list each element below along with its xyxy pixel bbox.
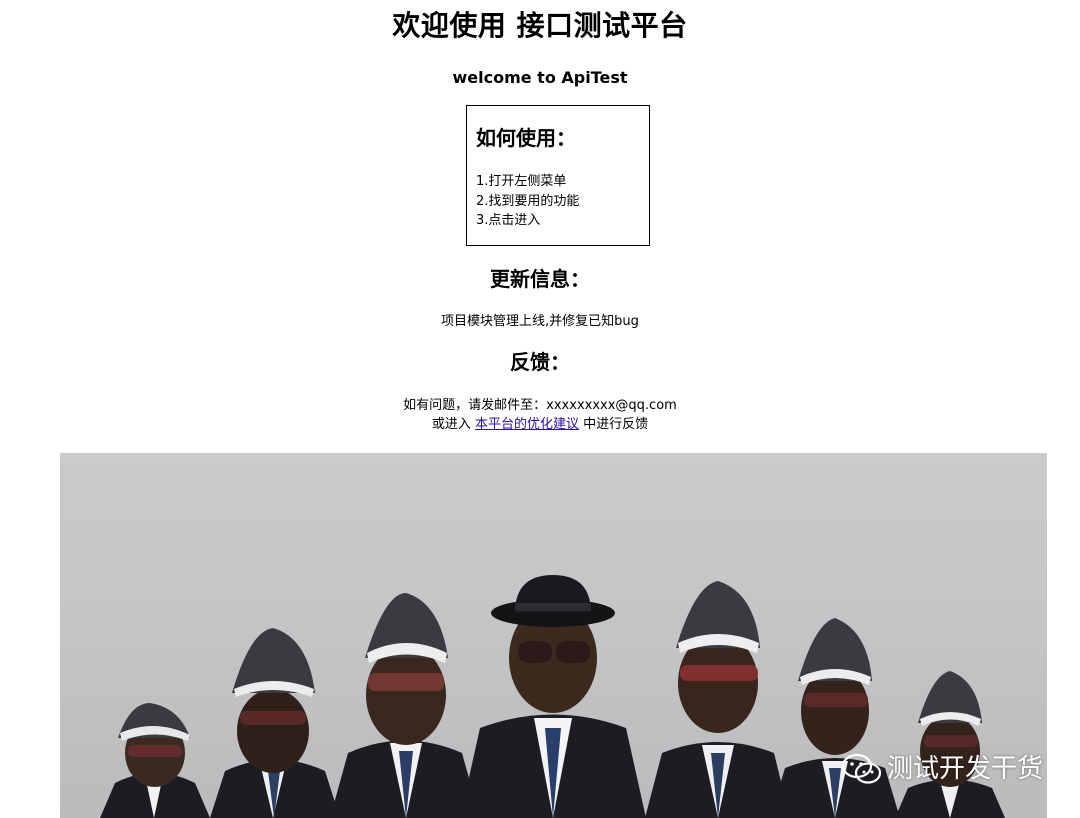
- howto-step: 2.找到要用的功能: [476, 193, 580, 209]
- howto-step: 1.打开左侧菜单: [476, 174, 567, 189]
- figure-2: [210, 628, 340, 818]
- page: 欢迎使用 接口测试平台 welcome to ApiTest 如何使用： 1.打…: [0, 0, 1080, 818]
- howto-step: 3.点击进入: [476, 213, 541, 228]
- figure-3: [330, 593, 480, 818]
- feedback-title: 反馈：: [510, 350, 570, 374]
- howto-steps: 1.打开左侧菜单 2.找到要用的功能 3.点击进入: [476, 172, 579, 231]
- feedback-suffix: 中进行反馈: [579, 417, 649, 432]
- figure-6: [770, 618, 900, 818]
- watermark: 测试开发干货: [841, 752, 1043, 786]
- figure-1: [100, 703, 210, 818]
- feedback-link-line: 或进入 本平台的优化建议 中进行反馈: [0, 415, 1080, 434]
- banner-image: 测试开发干货: [60, 453, 1047, 818]
- update-title: 更新信息：: [490, 267, 590, 291]
- page-subtitle: welcome to ApiTest: [452, 68, 628, 87]
- howto-box: 如何使用： 1.打开左侧菜单 2.找到要用的功能 3.点击进入: [466, 105, 650, 246]
- figure-7: [895, 671, 1005, 818]
- howto-title: 如何使用：: [476, 126, 576, 150]
- page-title: 欢迎使用 接口测试平台: [392, 9, 688, 42]
- wechat-icon: [841, 753, 882, 784]
- update-text: 项目模块管理上线,并修复已知bug: [441, 314, 639, 329]
- watermark-text: 测试开发干货: [886, 754, 1043, 784]
- figure-5: [645, 581, 790, 818]
- figure-4: [460, 575, 646, 818]
- feedback-text: 如有问题，请发邮件至：xxxxxxxxx@qq.com 或进入 本平台的优化建议…: [0, 396, 1080, 434]
- feedback-email-line: 如有问题，请发邮件至：xxxxxxxxx@qq.com: [403, 398, 677, 413]
- feedback-prefix: 或进入: [431, 417, 475, 432]
- suggestion-link[interactable]: 本平台的优化建议: [475, 417, 579, 432]
